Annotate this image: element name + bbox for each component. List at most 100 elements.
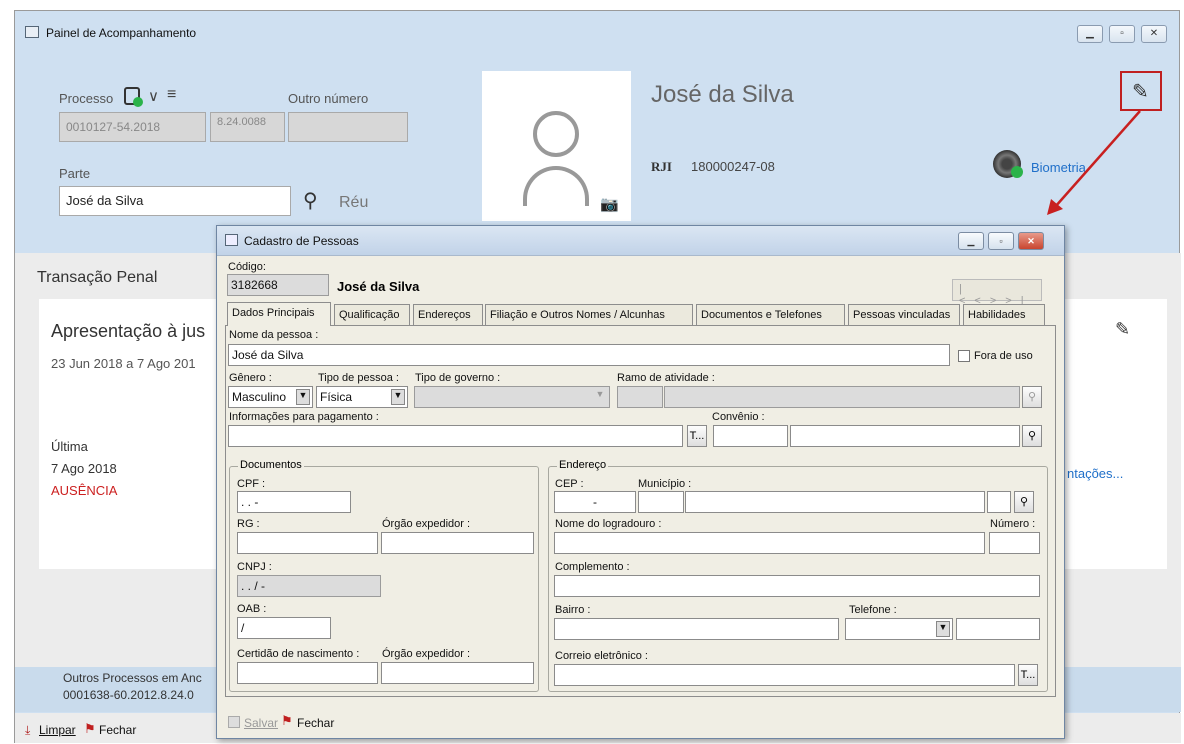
complemento-label: Complemento :	[555, 561, 630, 573]
cpf-label: CPF :	[237, 478, 266, 490]
tab-habilidades[interactable]: Habilidades	[963, 304, 1045, 325]
rg-label: RG :	[237, 518, 260, 530]
municipio-name-input[interactable]	[685, 491, 985, 513]
avatar[interactable]: 📷	[482, 71, 631, 221]
complemento-input[interactable]	[554, 575, 1040, 597]
menu-icon[interactable]: ≡	[167, 86, 176, 104]
municipio-search-icon[interactable]: ⚲	[1014, 491, 1034, 513]
dialog-maximize-button[interactable]: ▫	[988, 232, 1014, 250]
text-editor-icon[interactable]: T...	[687, 425, 707, 447]
apresentacoes-link[interactable]: ntações...	[1067, 466, 1123, 481]
dialog-close-button[interactable]: ✕	[1018, 232, 1044, 250]
convenio-search-icon[interactable]: ⚲	[1022, 425, 1042, 447]
person-body-icon	[523, 166, 589, 206]
fora-de-uso-label: Fora de uso	[974, 350, 1033, 362]
ultima-status: AUSÊNCIA	[51, 483, 118, 498]
tab-filia-o-e-outros-nomes-alcunhas[interactable]: Filiação e Outros Nomes / Alcunhas	[485, 304, 693, 325]
close-button[interactable]: ✕	[1141, 25, 1167, 43]
salvar-button[interactable]: Salvar	[244, 716, 278, 730]
app-icon	[25, 26, 39, 38]
telefone-input[interactable]	[956, 618, 1040, 640]
endereco-title: Endereço	[557, 459, 609, 471]
info-pagamento-input[interactable]	[228, 425, 683, 447]
municipio-uf-input[interactable]	[987, 491, 1011, 513]
codigo-field[interactable]: 3182668	[227, 274, 329, 296]
tipo-pessoa-select[interactable]: Física ▼	[316, 386, 408, 408]
rg-input[interactable]	[237, 532, 378, 554]
dropdown-icon: ▼	[595, 389, 605, 399]
pencil-icon[interactable]: ✎	[1132, 79, 1149, 104]
numero-input[interactable]	[989, 532, 1040, 554]
dialog-fechar-button[interactable]: Fechar	[297, 716, 334, 730]
processo-code-field[interactable]: 8.24.0088	[210, 112, 285, 142]
genero-value: Masculino	[232, 390, 287, 404]
tab-pessoas-vinculadas[interactable]: Pessoas vinculadas	[848, 304, 960, 325]
outro-numero-label: Outro número	[288, 91, 369, 106]
cnpj-input[interactable]: . . / -	[237, 575, 381, 597]
outros-processos-value[interactable]: 0001638-60.2012.8.24.0	[63, 688, 194, 702]
section-title: Transação Penal	[37, 269, 158, 286]
nome-input[interactable]: José da Silva	[228, 344, 950, 366]
dialog-title: Cadastro de Pessoas	[244, 234, 359, 248]
processo-field[interactable]: 0010127-54.2018	[59, 112, 206, 142]
cep-input[interactable]: -	[554, 491, 636, 513]
oab-label: OAB :	[237, 603, 267, 615]
logradouro-input[interactable]	[554, 532, 985, 554]
outros-processos-label: Outros Processos em Anc	[63, 671, 202, 685]
card-dates: 23 Jun 2018 a 7 Ago 201	[51, 356, 196, 371]
tab-qualifica-o[interactable]: Qualificação	[334, 304, 410, 325]
main-title-bar: Painel de Acompanhamento ▁ ▫ ✕	[15, 11, 1179, 45]
codigo-name-display: José da Silva	[337, 279, 420, 294]
person-name: José da Silva	[651, 81, 794, 108]
email-editor-icon[interactable]: T...	[1018, 664, 1038, 686]
dialog-app-icon	[225, 234, 238, 246]
tab-endere-os[interactable]: Endereços	[413, 304, 483, 325]
dialog-minimize-button[interactable]: ▁	[958, 232, 984, 250]
bairro-input[interactable]	[554, 618, 839, 640]
cnpj-label: CNPJ :	[237, 561, 272, 573]
person-placeholder-icon	[533, 111, 579, 157]
limpar-icon: ⤓	[25, 723, 31, 737]
dialog-title-bar: Cadastro de Pessoas ▁ ▫ ✕	[217, 226, 1064, 256]
genero-select[interactable]: Masculino ▼	[228, 386, 313, 408]
limpar-button[interactable]: Limpar	[39, 723, 76, 737]
window-title: Painel de Acompanhamento	[46, 26, 197, 40]
numero-label: Número :	[990, 518, 1036, 530]
minimize-button[interactable]: ▁	[1077, 25, 1103, 43]
card-pencil-icon[interactable]: ✎	[1115, 319, 1130, 340]
maximize-button[interactable]: ▫	[1109, 25, 1135, 43]
tab-dados-principais[interactable]: Dados Principais	[227, 302, 331, 326]
orgao-expedidor-2-input[interactable]	[381, 662, 534, 684]
cpf-input[interactable]: . . -	[237, 491, 351, 513]
convenio-code-input[interactable]	[713, 425, 788, 447]
ramo-search-icon[interactable]: ⚲	[1022, 386, 1042, 408]
fora-de-uso-checkbox[interactable]	[958, 350, 970, 362]
email-input[interactable]	[554, 664, 1015, 686]
check-icon	[1011, 166, 1023, 178]
cadastro-dialog: Cadastro de Pessoas ▁ ▫ ✕ Código: 318266…	[216, 225, 1065, 739]
orgao-expedidor-input[interactable]	[381, 532, 534, 554]
outro-numero-field[interactable]	[288, 112, 408, 142]
ramo-label: Ramo de atividade :	[617, 372, 715, 384]
camera-icon[interactable]: 📷	[600, 195, 619, 213]
ramo-code-field[interactable]	[617, 386, 663, 408]
nome-label: Nome da pessoa :	[229, 329, 319, 341]
tab-documentos-e-telefones[interactable]: Documentos e Telefones	[696, 304, 845, 325]
info-pagamento-label: Informações para pagamento :	[229, 411, 379, 423]
certidao-input[interactable]	[237, 662, 378, 684]
convenio-desc-input[interactable]	[790, 425, 1020, 447]
search-icon[interactable]: ⚲	[303, 188, 318, 213]
tipo-pessoa-label: Tipo de pessoa :	[318, 372, 399, 384]
parte-input[interactable]: José da Silva	[59, 186, 291, 216]
tipo-governo-select[interactable]: ▼	[414, 386, 610, 408]
codigo-label: Código:	[228, 261, 266, 273]
ultima-label: Última	[51, 439, 88, 454]
chevron-down-icon[interactable]: ∨	[148, 87, 159, 105]
parte-label: Parte	[59, 166, 91, 181]
ramo-desc-field[interactable]	[664, 386, 1020, 408]
telefone-type-select[interactable]: ▼	[845, 618, 953, 640]
municipio-code-input[interactable]	[638, 491, 684, 513]
oab-input[interactable]: /	[237, 617, 331, 639]
bairro-label: Bairro :	[555, 604, 591, 616]
fechar-button[interactable]: Fechar	[99, 723, 136, 737]
